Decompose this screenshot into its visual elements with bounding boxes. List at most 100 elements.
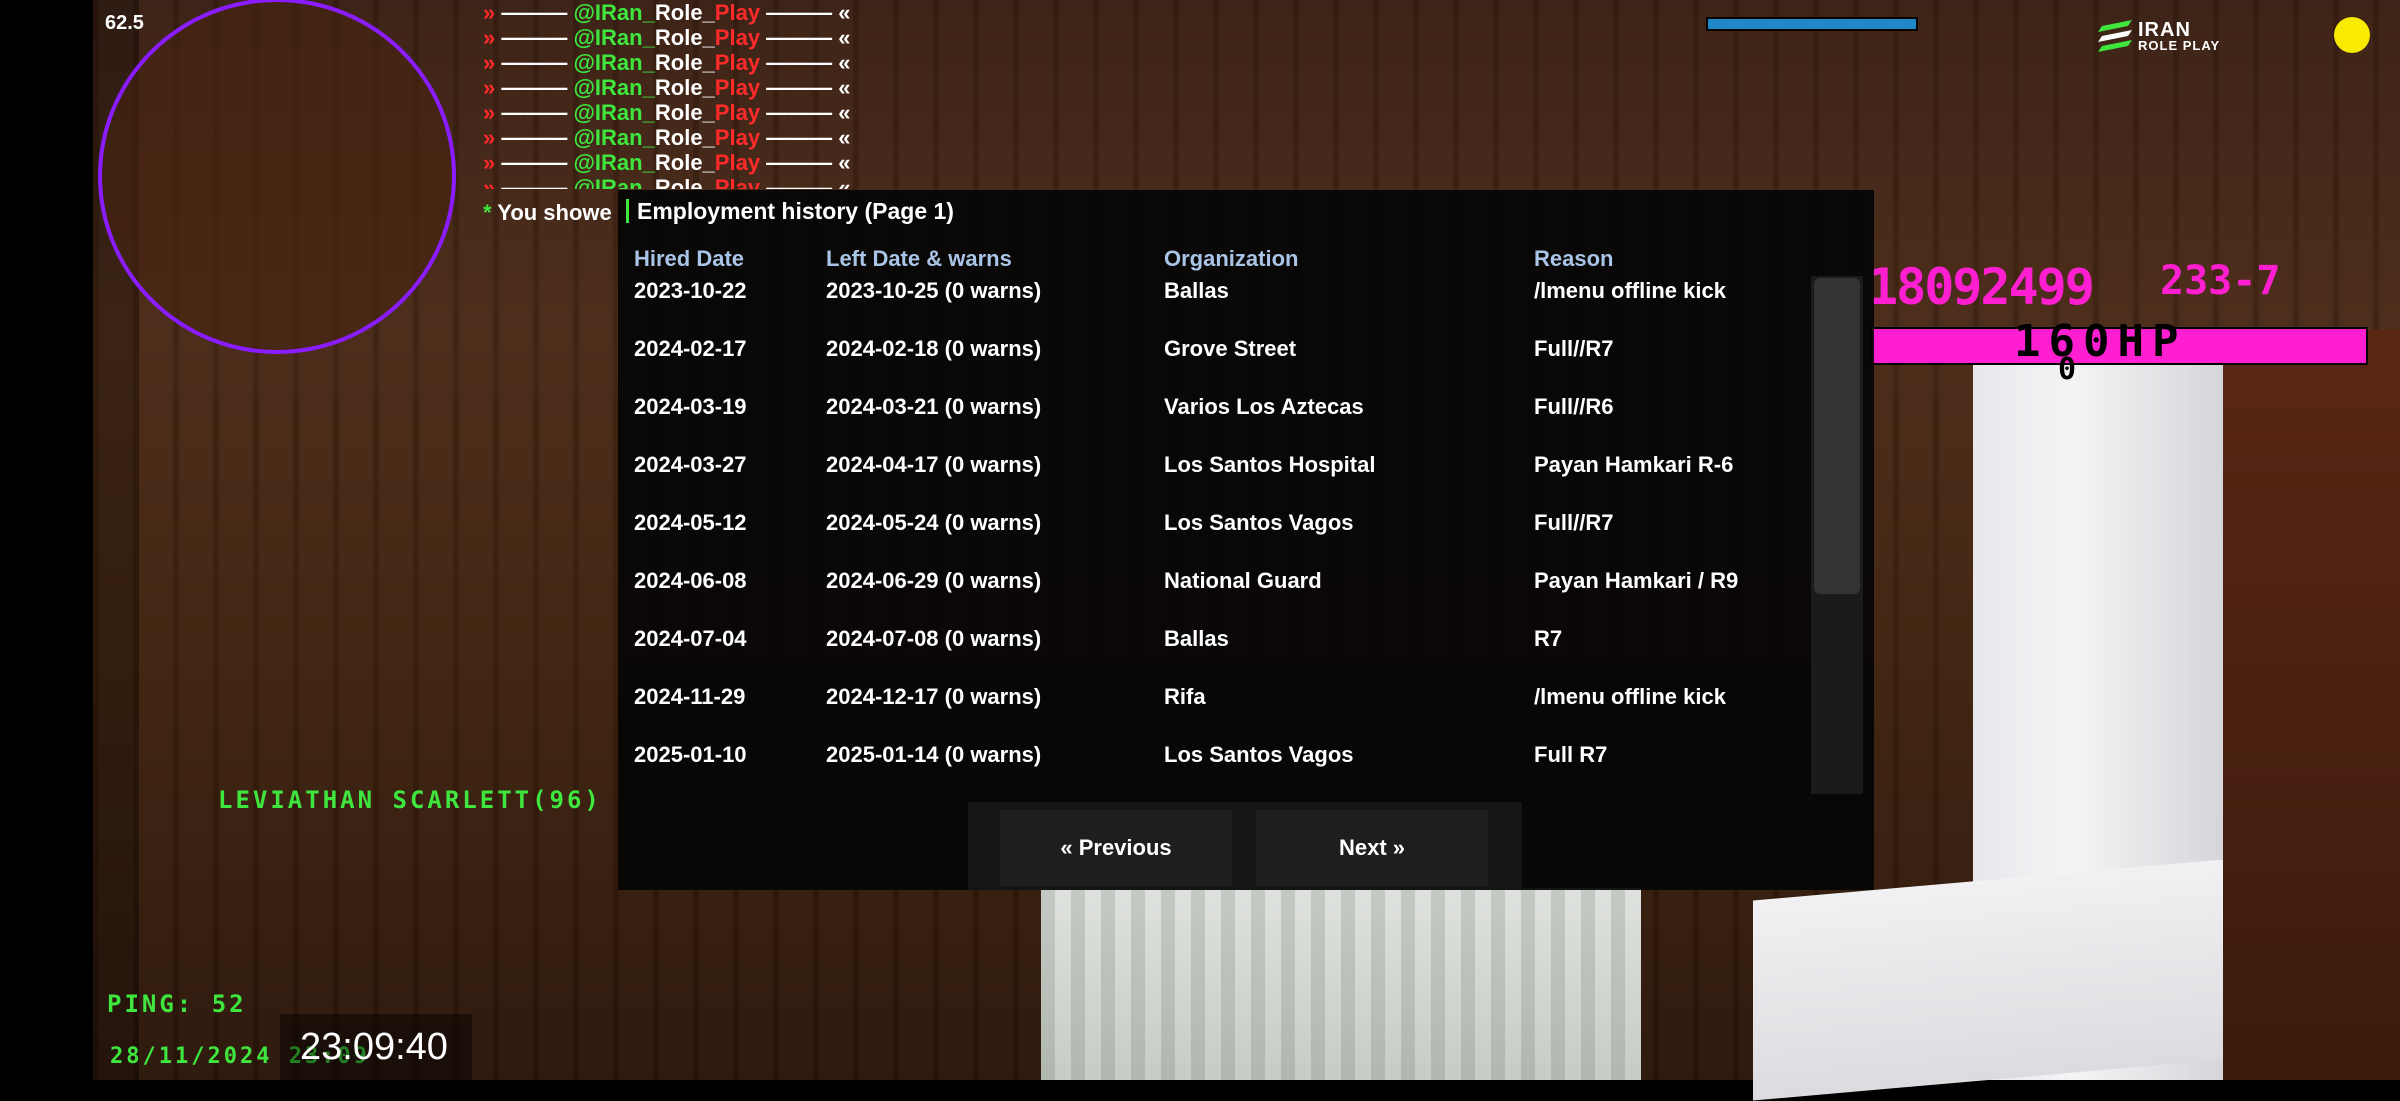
table-row[interactable]: 2024-03-19 2024-03-21 (0 warns) Varios Los…: [618, 394, 1798, 452]
chat-line: » ——— @IRan_Role_Play ——— «: [483, 0, 851, 25]
player-nametag: LEVIATHAN SCARLETT(96): [218, 786, 602, 814]
chat-star: *: [483, 200, 492, 225]
money-display: 18092499: [1868, 258, 2095, 316]
reason-cell: R7: [1534, 626, 1563, 651]
chat-line: » ——— @IRan_Role_Play ——— «: [483, 100, 851, 125]
scrollbar-thumb[interactable]: [1814, 278, 1860, 594]
table-row[interactable]: 2025-01-10 2025-01-14 (0 warns) Los Santos…: [618, 742, 1798, 800]
chat-underscore: _: [642, 175, 655, 189]
history-table: Hired Date Left Date & warns Organizatio…: [618, 238, 1866, 798]
chat-dash: ———: [495, 0, 574, 25]
reason-cell: /lmenu offline kick: [1534, 278, 1726, 303]
chat-line: » ——— @IRan_Role_Play ——— «: [483, 125, 851, 150]
chat-play: Play: [714, 25, 761, 50]
chat-end: ——— «: [760, 50, 851, 75]
clock: 23:09:40: [300, 1026, 448, 1068]
dialog-title-text: Employment history (Page 1): [637, 198, 954, 224]
table-row[interactable]: 2024-07-04 2024-07-08 (0 warns) Ballas R7: [618, 626, 1798, 684]
chat-play: Play: [714, 125, 761, 150]
employment-history-dialog: Employment history (Page 1) Hired Date L…: [618, 190, 1874, 890]
chat-dash: ———: [495, 125, 574, 150]
chat-arrow: »: [483, 150, 496, 175]
hp-text: 160HP: [2014, 316, 2187, 367]
chat-message-text: You showe: [491, 200, 612, 225]
organization-cell: Los Santos Hospital: [1164, 452, 1376, 477]
minimap[interactable]: [98, 0, 456, 354]
chat-line: » ——— @IRan_Role_Play ——— «: [483, 175, 851, 189]
hired-date-cell: 2025-01-10: [634, 742, 747, 767]
table-row[interactable]: 2023-10-22 2023-10-25 (0 warns) Ballas/lme…: [618, 278, 1798, 336]
chat-handle: @IRan: [573, 175, 643, 189]
player-character: [1041, 888, 1641, 1080]
table-row[interactable]: 2024-05-12 2024-05-24 (0 warns) Los Santos…: [618, 510, 1798, 568]
server-logo: IRAN ROLE PLAY: [2098, 14, 2228, 60]
chat-underscore: _: [642, 100, 655, 125]
hired-date-cell: 2024-02-17: [634, 336, 747, 361]
chat-role: Role_: [654, 25, 715, 50]
organization-cell: Rifa: [1164, 684, 1206, 709]
chat-dash: ———: [495, 100, 574, 125]
reason-cell: Full//R6: [1534, 394, 1614, 419]
chat-underscore: _: [642, 0, 655, 25]
reason-cell: Full//R7: [1534, 336, 1614, 361]
chat-play: Play: [714, 100, 761, 125]
left-date-cell: 2024-02-18 (0 warns): [826, 336, 1042, 361]
chat-dash: ———: [495, 50, 574, 75]
logo-line-2: ROLE PLAY: [2138, 38, 2221, 53]
table-row[interactable]: 2024-03-27 2024-04-17 (0 warns) Los Santos…: [618, 452, 1798, 510]
hired-date-cell: 2024-03-19: [634, 394, 747, 419]
chat-arrow: »: [483, 125, 496, 150]
next-page-button[interactable]: Next »: [1256, 810, 1488, 886]
chat-dash: ———: [495, 175, 574, 189]
chat-arrow: »: [483, 175, 496, 189]
iran-roleplay-logo-icon: [2098, 20, 2132, 52]
level-display: 233-7: [2160, 258, 2281, 304]
chat-dash: ———: [495, 150, 574, 175]
chat-underscore: _: [642, 25, 655, 50]
chat-handle: @IRan: [573, 25, 643, 50]
header-hired-date: Hired Date: [634, 246, 745, 271]
left-date-cell: 2024-12-17 (0 warns): [826, 684, 1042, 709]
table-row[interactable]: 2024-06-08 2024-06-29 (0 warns) National G…: [618, 568, 1798, 626]
hired-date-cell: 2023-10-22: [634, 278, 747, 303]
reason-cell: /lmenu offline kick: [1534, 684, 1726, 709]
chat-play: Play: [714, 50, 761, 75]
left-date-cell: 2024-04-17 (0 warns): [826, 452, 1042, 477]
chat-arrow: »: [483, 25, 496, 50]
chat-system-message: * You showe: [483, 200, 612, 226]
dialog-title: Employment history (Page 1): [626, 198, 954, 225]
left-date-cell: 2024-06-29 (0 warns): [826, 568, 1042, 593]
organization-cell: Ballas: [1164, 278, 1229, 303]
hired-date-cell: 2024-07-04: [634, 626, 747, 651]
left-date-cell: 2024-05-24 (0 warns): [826, 510, 1042, 535]
chat-play: Play: [714, 175, 761, 189]
chat-line: » ——— @IRan_Role_Play ——— «: [483, 75, 851, 100]
chat-handle: @IRan: [573, 125, 643, 150]
chat-underscore: _: [642, 150, 655, 175]
chat-end: ——— «: [760, 75, 851, 100]
organization-cell: National Guard: [1164, 568, 1322, 593]
chat-role: Role_: [654, 125, 715, 150]
left-date-cell: 2023-10-25 (0 warns): [826, 278, 1042, 303]
organization-cell: Los Santos Vagos: [1164, 742, 1354, 767]
chat-arrow: »: [483, 50, 496, 75]
hired-date-cell: 2024-05-12: [634, 510, 747, 535]
armor-text: 0: [2058, 352, 2077, 387]
white-cabinet: [1753, 859, 2223, 1101]
chat-dash: ———: [495, 25, 574, 50]
chat-handle: @IRan: [573, 150, 643, 175]
screen-notch-bar: [0, 0, 93, 1080]
chat-role: Role_: [654, 100, 715, 125]
logo-line-1: IRAN: [2138, 19, 2191, 41]
organization-cell: Varios Los Aztecas: [1164, 394, 1364, 419]
left-date-cell: 2024-03-21 (0 warns): [826, 394, 1042, 419]
chat-underscore: _: [642, 75, 655, 100]
organization-cell: Ballas: [1164, 626, 1229, 651]
table-row[interactable]: 2024-02-17 2024-02-18 (0 warns) Grove Stre…: [618, 336, 1798, 394]
chat-role: Role_: [654, 175, 715, 189]
chat-role: Role_: [654, 50, 715, 75]
previous-page-button[interactable]: « Previous: [1000, 810, 1232, 886]
chat-handle: @IRan: [573, 50, 643, 75]
chat-dash: ———: [495, 75, 574, 100]
table-row[interactable]: 2024-11-29 2024-12-17 (0 warns) Rifa/lmenu…: [618, 684, 1798, 742]
